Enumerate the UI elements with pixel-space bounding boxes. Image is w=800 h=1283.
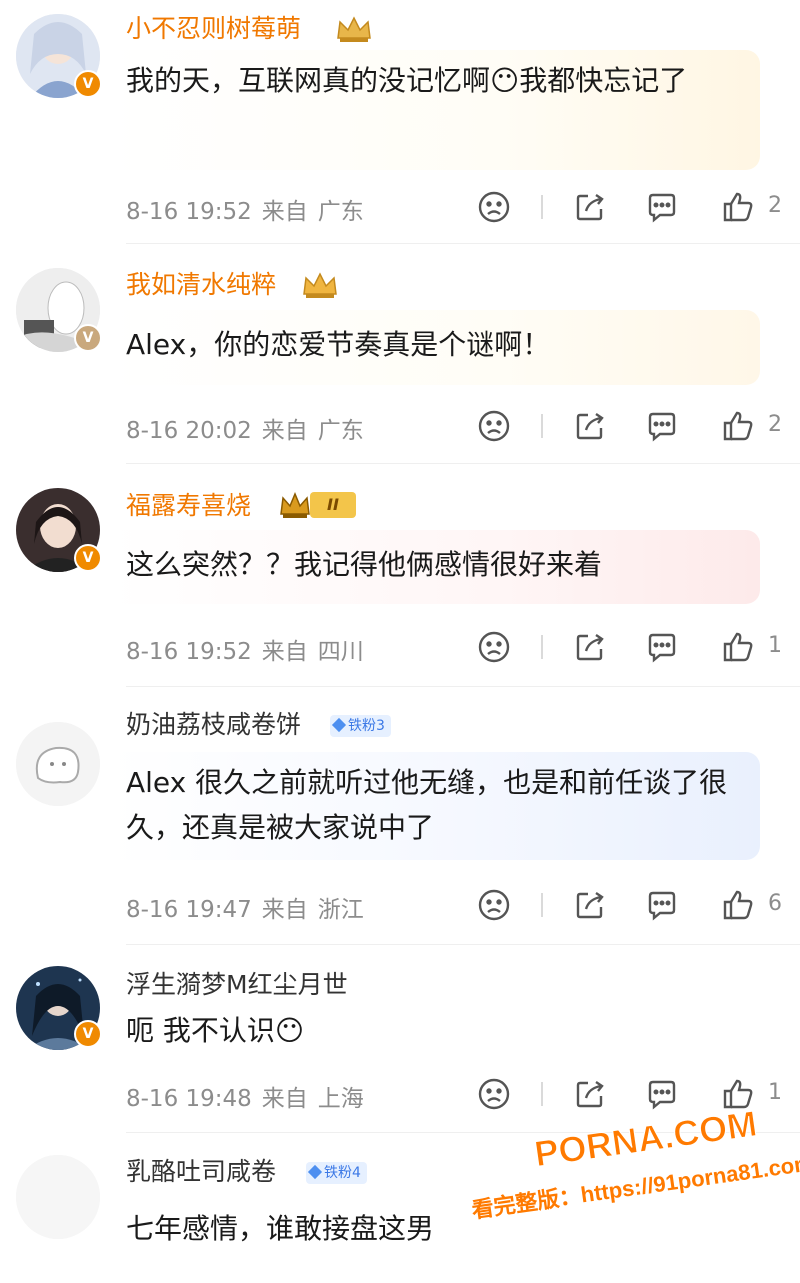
comment-icon[interactable] [645,888,679,922]
timestamp: 8-16 19:52 [126,199,252,225]
comment-meta: 8-16 19:48 来自 上海 [126,1079,374,1113]
comment-text: Alex 很久之前就听过他无缝，也是和前任谈了很久，还真是被大家说中了 [126,766,728,844]
avatar[interactable] [16,1155,100,1239]
timestamp: 8-16 20:02 [126,418,252,444]
comment-meta: 8-16 19:52 来自 四川 [126,632,374,666]
share-icon[interactable] [573,1077,607,1111]
divider-icon [541,195,543,219]
comment-text: 这么突然？？我记得他俩感情很好来着 [126,548,603,581]
comment-meta: 8-16 19:47 来自 浙江 [126,890,374,924]
location: 广东 [317,418,364,444]
comment-text: 我的天，互联网真的没记忆啊😶我都快忘记了 [126,64,688,97]
sad-face-icon[interactable] [477,409,511,443]
share-icon[interactable] [573,409,607,443]
like-count: 2 [768,412,782,437]
divider-icon [541,635,543,659]
like-icon[interactable] [721,409,755,443]
crown-icon [300,270,340,304]
divider-icon [541,1082,543,1106]
from-label: 来自 [261,897,308,923]
comment-icon[interactable] [645,630,679,664]
from-label: 来自 [261,418,308,444]
fan-badge: 铁粉4 [306,1162,367,1184]
comment-text: 呃 我不认识😶 [126,1014,305,1047]
verified-badge-icon: V [74,544,102,572]
location: 四川 [317,639,364,665]
username[interactable]: 奶油荔枝咸卷饼 [126,708,301,742]
username[interactable]: 我如清水纯粹 [126,268,276,302]
sad-face-icon[interactable] [477,888,511,922]
verified-badge-icon: V [74,324,102,352]
timestamp: 8-16 19:52 [126,639,252,665]
username[interactable]: 小不忍则树莓萌 [126,12,301,46]
username[interactable]: 浮生漪梦M红尘月世 [126,968,348,1002]
comment-icon[interactable] [645,1077,679,1111]
divider [126,944,800,945]
location: 广东 [317,199,364,225]
fan-badge: 铁粉3 [330,715,391,737]
fan-diamond-icon [331,717,347,733]
divider-icon [541,414,543,438]
avatar[interactable] [16,722,100,806]
location: 上海 [317,1086,364,1112]
from-label: 来自 [261,1086,308,1112]
divider-icon [541,893,543,917]
fan-badge-label: 铁粉3 [348,718,385,734]
location: 浙江 [317,897,364,923]
divider [126,243,800,244]
from-label: 来自 [261,199,308,225]
like-icon[interactable] [721,630,755,664]
divider [126,463,800,464]
share-icon[interactable] [573,630,607,664]
share-icon[interactable] [573,190,607,224]
sad-face-icon[interactable] [477,630,511,664]
like-count: 2 [768,193,782,218]
from-label: 来自 [261,639,308,665]
share-icon[interactable] [573,888,607,922]
comment-icon[interactable] [645,409,679,443]
like-count: 1 [768,633,782,658]
timestamp: 8-16 19:48 [126,1086,252,1112]
fan-badge-label: 铁粉4 [324,1165,361,1181]
comment-meta: 8-16 19:52 来自 广东 [126,192,374,226]
verified-badge-icon: V [74,70,102,98]
username[interactable]: 福露寿喜烧 [126,489,251,523]
verified-badge-icon: V [74,1020,102,1048]
fan-diamond-icon [307,1164,323,1180]
like-icon[interactable] [721,190,755,224]
like-count: 6 [768,891,782,916]
sad-face-icon[interactable] [477,1077,511,1111]
divider [126,686,800,687]
like-icon[interactable] [721,888,755,922]
crown-icon [334,14,374,48]
comment-icon[interactable] [645,190,679,224]
level-badge: II [310,492,356,518]
username[interactable]: 乳酪吐司咸卷 [126,1155,276,1189]
sad-face-icon[interactable] [477,190,511,224]
comment-meta: 8-16 20:02 来自 广东 [126,411,374,445]
crown-icon [278,490,312,524]
timestamp: 8-16 19:47 [126,897,252,923]
comment-text: Alex，你的恋爱节奏真是个谜啊！ [126,328,551,361]
